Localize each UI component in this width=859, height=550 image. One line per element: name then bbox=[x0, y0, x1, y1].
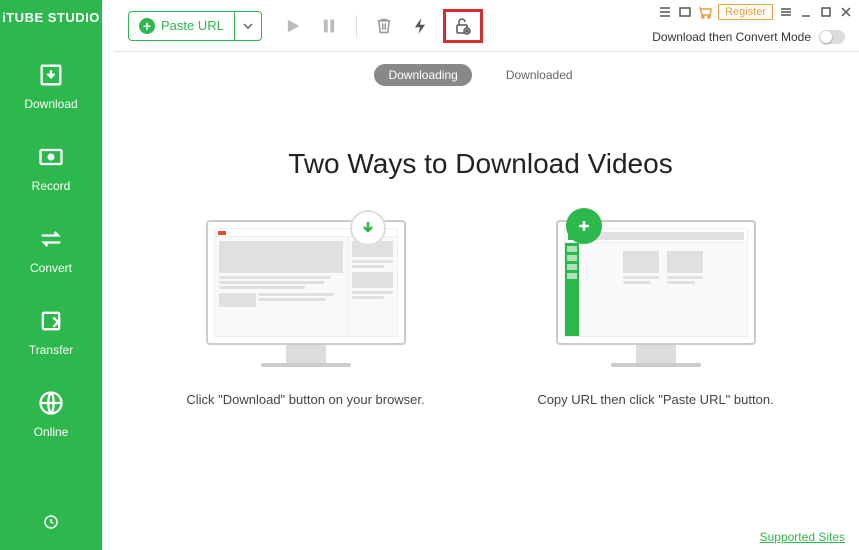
list-icon[interactable] bbox=[658, 5, 672, 19]
record-icon bbox=[37, 143, 65, 171]
paste-url-dropdown[interactable] bbox=[234, 12, 261, 40]
paste-url-label: Paste URL bbox=[161, 18, 224, 33]
sidebar-item-label: Transfer bbox=[29, 343, 73, 357]
trash-icon bbox=[375, 17, 393, 35]
message-icon[interactable] bbox=[678, 5, 692, 19]
lightning-icon bbox=[411, 17, 429, 35]
highlighted-lock-button[interactable] bbox=[443, 9, 483, 43]
pause-button[interactable] bbox=[320, 17, 338, 35]
monitor-illustration bbox=[556, 220, 756, 370]
sidebar-item-online[interactable]: Online bbox=[0, 373, 102, 455]
method-browser: Click "Download" button on your browser. bbox=[181, 220, 431, 410]
tab-downloading[interactable]: Downloading bbox=[374, 64, 471, 86]
tab-downloaded[interactable]: Downloaded bbox=[492, 64, 587, 86]
download-badge bbox=[350, 210, 386, 246]
menu-icon[interactable] bbox=[779, 5, 793, 19]
sidebar-item-download[interactable]: Download bbox=[0, 45, 102, 127]
paste-url-button[interactable]: + Paste URL bbox=[128, 11, 262, 41]
maximize-icon[interactable] bbox=[819, 5, 833, 19]
sidebar-item-label: Download bbox=[24, 97, 77, 111]
window-controls: Register bbox=[658, 4, 853, 20]
method-text: Copy URL then click "Paste URL" button. bbox=[537, 390, 773, 410]
sidebar-item-label: Online bbox=[34, 425, 69, 439]
clock-icon bbox=[42, 513, 60, 531]
register-button[interactable]: Register bbox=[718, 4, 773, 20]
online-icon bbox=[37, 389, 65, 417]
plus-badge bbox=[566, 208, 602, 244]
sidebar-item-record[interactable]: Record bbox=[0, 127, 102, 209]
divider bbox=[356, 15, 357, 37]
convert-icon bbox=[37, 225, 65, 253]
download-icon bbox=[37, 61, 65, 89]
pause-icon bbox=[320, 17, 338, 35]
play-icon bbox=[284, 17, 302, 35]
supported-sites-link[interactable]: Supported Sites bbox=[760, 530, 845, 544]
sidebar-item-convert[interactable]: Convert bbox=[0, 209, 102, 291]
mode-label: Download then Convert Mode bbox=[652, 30, 811, 44]
tabs: Downloading Downloaded bbox=[102, 52, 859, 98]
plus-icon: + bbox=[139, 18, 155, 34]
content: Two Ways to Download Videos bbox=[102, 98, 859, 550]
mode-toggle[interactable] bbox=[819, 30, 845, 44]
download-arrow-icon bbox=[359, 219, 377, 237]
plus-icon bbox=[575, 217, 593, 235]
cart-icon[interactable] bbox=[698, 5, 712, 19]
sidebar-item-label: Convert bbox=[30, 261, 72, 275]
mode-row: Download then Convert Mode bbox=[652, 30, 845, 44]
turbo-button[interactable] bbox=[411, 17, 429, 35]
chevron-down-icon bbox=[243, 23, 253, 29]
method-text: Click "Download" button on your browser. bbox=[186, 390, 424, 410]
sidebar-item-transfer[interactable]: Transfer bbox=[0, 291, 102, 373]
sidebar-item-label: Record bbox=[32, 179, 71, 193]
delete-button[interactable] bbox=[375, 17, 393, 35]
monitor-illustration bbox=[206, 220, 406, 370]
sidebar: iTUBE STUDIO Download Record Convert bbox=[0, 0, 102, 550]
method-paste-url: Copy URL then click "Paste URL" button. bbox=[531, 220, 781, 410]
app-logo: iTUBE STUDIO bbox=[2, 10, 100, 25]
close-icon[interactable] bbox=[839, 5, 853, 19]
minimize-icon[interactable] bbox=[799, 5, 813, 19]
sidebar-settings[interactable] bbox=[42, 513, 60, 550]
content-title: Two Ways to Download Videos bbox=[288, 148, 672, 180]
transfer-icon bbox=[37, 307, 65, 335]
play-button[interactable] bbox=[284, 17, 302, 35]
lock-icon bbox=[454, 16, 472, 36]
